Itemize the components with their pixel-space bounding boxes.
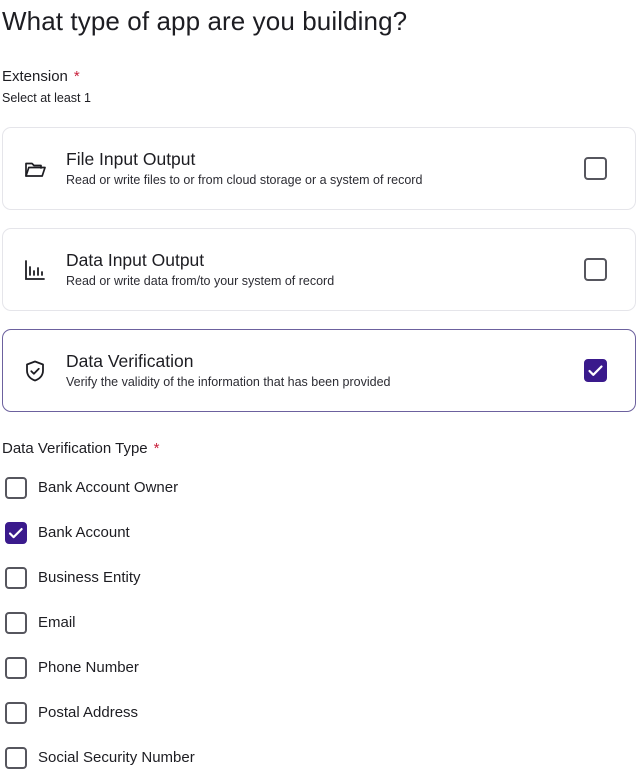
option-label: Business Entity	[38, 569, 141, 586]
extension-label-text: Extension	[2, 68, 68, 85]
folder-open-icon	[23, 157, 47, 181]
option-label: Social Security Number	[38, 749, 195, 766]
extension-hint: Select at least 1	[2, 91, 91, 105]
option-checkbox[interactable]	[5, 522, 27, 544]
option-checkbox[interactable]	[5, 702, 27, 724]
option-label: Postal Address	[38, 704, 139, 721]
option-business-entity[interactable]: Business Entity	[4, 566, 404, 592]
option-bank-account[interactable]: Bank Account	[4, 521, 404, 547]
required-mark: *	[153, 440, 160, 457]
card-checkbox[interactable]	[584, 157, 607, 180]
page-title: What type of app are you building?	[2, 6, 408, 36]
card-description: Verify the validity of the information t…	[66, 375, 391, 389]
option-checkbox[interactable]	[5, 567, 27, 589]
check-icon	[586, 361, 605, 380]
card-checkbox[interactable]	[584, 258, 607, 281]
option-checkbox[interactable]	[5, 612, 27, 634]
option-email[interactable]: Email	[4, 611, 404, 637]
check-icon	[7, 524, 25, 542]
card-title: Data Verification	[66, 351, 194, 371]
extension-card-data-input-output[interactable]: Data Input Output Read or write data fro…	[2, 228, 636, 311]
option-postal-address[interactable]: Postal Address	[4, 701, 404, 727]
extension-card-data-verification[interactable]: Data Verification Verify the validity of…	[2, 329, 636, 412]
app-type-form: What type of app are you building? Exten…	[0, 0, 640, 778]
option-label: Phone Number	[38, 659, 139, 676]
shield-check-icon	[23, 359, 47, 383]
verification-type-label-text: Data Verification Type	[2, 440, 148, 457]
card-title: Data Input Output	[66, 250, 205, 270]
option-label: Email	[38, 614, 76, 631]
option-checkbox[interactable]	[5, 747, 27, 769]
option-label: Bank Account	[38, 524, 130, 541]
extension-card-file-input-output[interactable]: File Input Output Read or write files to…	[2, 127, 636, 210]
bar-chart-icon	[23, 258, 47, 282]
card-description: Read or write data from/to your system o…	[66, 274, 335, 288]
option-phone-number[interactable]: Phone Number	[4, 656, 404, 682]
required-mark: *	[73, 68, 80, 85]
option-label: Bank Account Owner	[38, 479, 179, 496]
option-bank-account-owner[interactable]: Bank Account Owner	[4, 476, 404, 502]
option-checkbox[interactable]	[5, 477, 27, 499]
extension-label: Extension *	[2, 68, 80, 85]
option-checkbox[interactable]	[5, 657, 27, 679]
card-description: Read or write files to or from cloud sto…	[66, 173, 423, 187]
option-social-security-number[interactable]: Social Security Number	[4, 746, 404, 772]
card-title: File Input Output	[66, 149, 196, 169]
card-checkbox[interactable]	[584, 359, 607, 382]
verification-type-label: Data Verification Type *	[2, 440, 160, 457]
